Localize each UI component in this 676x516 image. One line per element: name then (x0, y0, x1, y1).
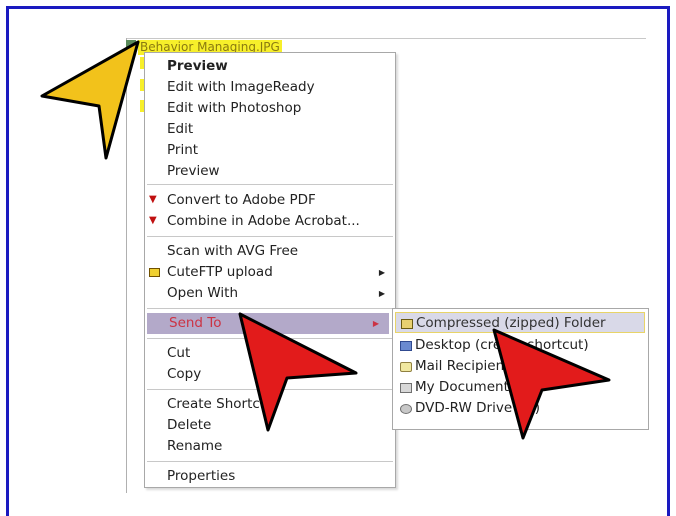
red-pointer-arrow-compressed (492, 328, 611, 440)
pointer-overlay (40, 40, 611, 440)
red-pointer-arrow-send-to (238, 312, 358, 432)
yellow-pointer-arrow (40, 40, 140, 160)
